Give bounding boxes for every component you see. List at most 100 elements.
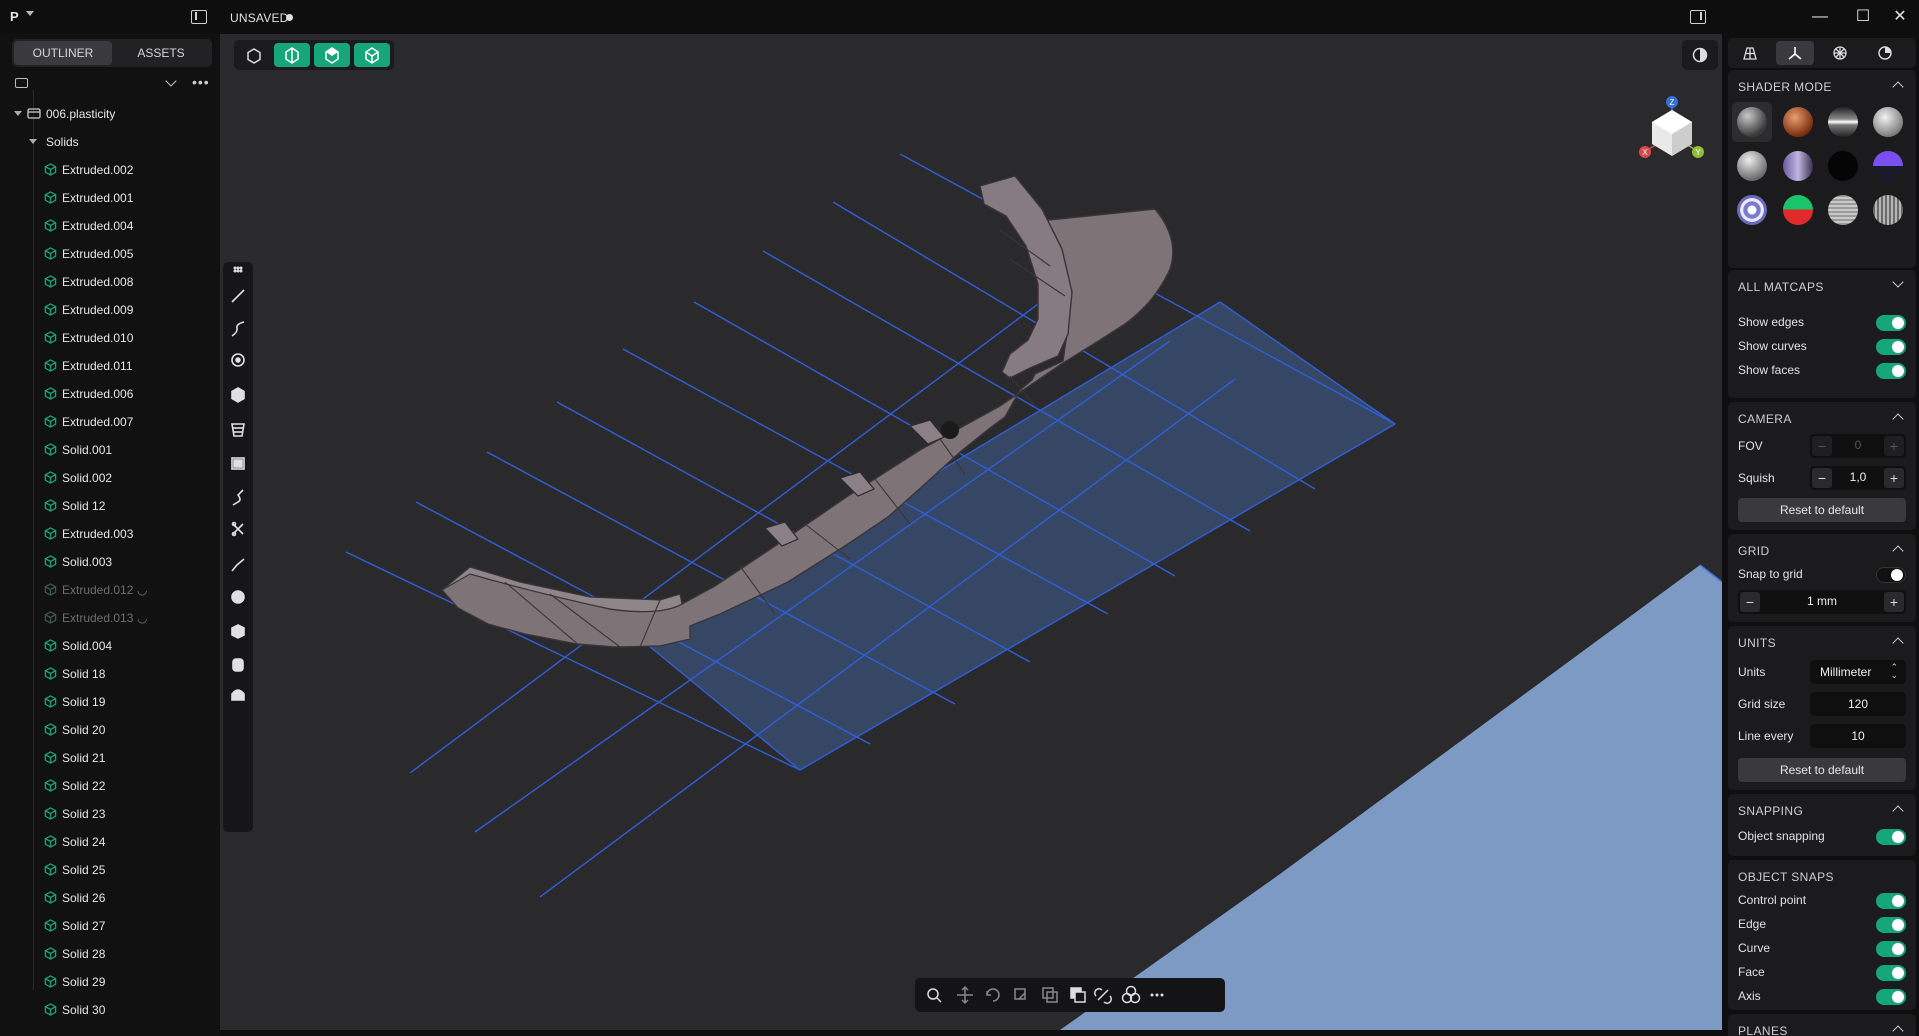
outliner-item-solid[interactable]: Extruded.004 — [0, 212, 220, 240]
outliner-item-solid[interactable]: Solid 28 — [0, 940, 220, 968]
snap-curve-toggle[interactable] — [1876, 941, 1906, 957]
matcap-copper[interactable] — [1783, 107, 1813, 137]
outliner-item-solid[interactable]: Solid.001 — [0, 436, 220, 464]
tab-viewport-settings[interactable] — [1776, 41, 1814, 65]
toggle-sidebar-icon[interactable] — [191, 10, 207, 24]
face-select-button[interactable] — [354, 43, 390, 67]
squish-increment-button[interactable]: + — [1884, 468, 1904, 488]
outliner-item-solid[interactable]: Solid 22 — [0, 772, 220, 800]
tab-snapping[interactable] — [1821, 41, 1859, 65]
grid-step-value[interactable]: 1 mm — [1760, 594, 1884, 608]
object-select-button[interactable] — [236, 43, 272, 67]
collapse-chevron-icon[interactable] — [165, 75, 177, 87]
grid-step-increment-button[interactable]: + — [1884, 592, 1904, 612]
tab-render[interactable] — [1731, 41, 1769, 65]
toggle-right-panel-icon[interactable] — [1690, 10, 1706, 24]
view-cube[interactable]: Z X Y — [1622, 70, 1722, 180]
outliner-group[interactable]: Solids — [0, 128, 220, 156]
tab-environment[interactable] — [1866, 41, 1904, 65]
outliner-item-solid[interactable]: Solid 24 — [0, 828, 220, 856]
collapse-snapping-chevron-icon[interactable] — [1892, 805, 1904, 817]
matcap-striped[interactable] — [1828, 195, 1858, 225]
snap-control-point-toggle[interactable] — [1876, 893, 1906, 909]
collapse-units-chevron-icon[interactable] — [1892, 637, 1904, 649]
outliner-item-solid[interactable]: Solid 21 — [0, 744, 220, 772]
matcap-silver[interactable] — [1737, 151, 1767, 181]
outliner-item-solid[interactable]: Solid 20 — [0, 716, 220, 744]
camera-reset-button[interactable]: Reset to default — [1738, 498, 1906, 522]
outliner-item-solid[interactable]: Extruded.012 ◡ — [0, 576, 220, 604]
show-curves-toggle[interactable] — [1876, 339, 1906, 355]
grid-step-decrement-button[interactable]: − — [1740, 592, 1760, 612]
hidden-eye-icon[interactable]: ◡ — [137, 583, 147, 597]
outliner-item-solid[interactable]: Solid 12 — [0, 492, 220, 520]
outliner-item-solid[interactable]: Solid 30 — [0, 996, 220, 1024]
snap-edge-toggle[interactable] — [1876, 917, 1906, 933]
outliner-item-solid[interactable]: Extruded.002 — [0, 156, 220, 184]
edge-select-button[interactable] — [314, 43, 350, 67]
snap-to-grid-toggle[interactable] — [1876, 567, 1906, 583]
units-reset-button[interactable]: Reset to default — [1738, 758, 1906, 782]
outliner-item-solid[interactable]: Extruded.005 — [0, 240, 220, 268]
outliner-item-solid[interactable]: Extruded.011 — [0, 352, 220, 380]
3d-viewport[interactable]: Z X Y — [220, 34, 1722, 1030]
matcap-purple-metal[interactable] — [1783, 151, 1813, 181]
expand-matcaps-chevron-icon[interactable] — [1892, 276, 1904, 288]
outliner-item-solid[interactable]: Solid 25 — [0, 856, 220, 884]
maximize-button[interactable]: ☐ — [1845, 6, 1881, 28]
collapse-camera-chevron-icon[interactable] — [1892, 413, 1904, 425]
outliner-item-solid[interactable]: Extruded.007 — [0, 408, 220, 436]
matcap-black[interactable] — [1828, 151, 1858, 181]
matcap-gray-sphere[interactable] — [1737, 107, 1767, 137]
squish-value[interactable]: 1,0 — [1832, 470, 1884, 484]
matcap-violet-split[interactable] — [1873, 151, 1903, 181]
matcap-chrome-stripe[interactable] — [1828, 107, 1858, 137]
matcap-white-clay[interactable] — [1873, 107, 1903, 137]
app-logo[interactable]: P — [10, 9, 19, 24]
snap-face-toggle[interactable] — [1876, 965, 1906, 981]
vertex-select-button[interactable] — [274, 43, 310, 67]
outliner-item-solid[interactable]: Solid 29 — [0, 968, 220, 996]
outliner-item-solid[interactable]: Solid 18 — [0, 660, 220, 688]
outliner-item-solid[interactable]: Solid.002 — [0, 464, 220, 492]
show-edges-toggle[interactable] — [1876, 315, 1906, 331]
outliner-file[interactable]: 006.plasticity — [0, 100, 220, 128]
more-options-icon[interactable]: ••• — [192, 74, 210, 90]
squish-stepper[interactable]: − 1,0 + — [1810, 466, 1906, 490]
matcap-normals[interactable] — [1783, 195, 1813, 225]
snap-axis-toggle[interactable] — [1876, 989, 1906, 1005]
show-faces-toggle[interactable] — [1876, 363, 1906, 379]
outliner-item-solid[interactable]: Extruded.006 — [0, 380, 220, 408]
outliner-item-solid[interactable]: Solid 19 — [0, 688, 220, 716]
outliner-item-solid[interactable]: Extruded.003 — [0, 520, 220, 548]
outliner-item-solid[interactable]: Extruded.010 — [0, 324, 220, 352]
outliner-item-solid[interactable]: Solid 27 — [0, 912, 220, 940]
minimize-button[interactable]: — — [1802, 6, 1838, 28]
tab-outliner[interactable]: OUTLINER — [14, 41, 112, 65]
hidden-eye-icon[interactable]: ◡ — [137, 611, 147, 625]
app-menu-caret-icon[interactable] — [26, 11, 34, 16]
scene-canvas[interactable] — [220, 34, 1722, 1030]
line-every-input[interactable]: 10 — [1810, 724, 1906, 748]
object-snapping-toggle[interactable] — [1876, 829, 1906, 845]
collapse-planes-chevron-icon[interactable] — [1892, 1025, 1904, 1036]
expand-caret-icon[interactable] — [29, 139, 37, 144]
outliner-item-solid[interactable]: Extruded.009 — [0, 296, 220, 324]
tab-assets[interactable]: ASSETS — [112, 41, 210, 65]
outliner-item-solid[interactable]: Extruded.001 — [0, 184, 220, 212]
squish-decrement-button[interactable]: − — [1812, 468, 1832, 488]
outliner-item-solid[interactable]: Solid.003 — [0, 548, 220, 576]
outliner-item-solid[interactable]: Solid 26 — [0, 884, 220, 912]
outliner-item-solid[interactable]: Solid 23 — [0, 800, 220, 828]
units-select[interactable]: Millimeter ⌃ ⌄ — [1810, 660, 1906, 684]
outliner-item-solid[interactable]: Extruded.008 — [0, 268, 220, 296]
xray-toggle-button[interactable] — [1682, 40, 1718, 70]
matcap-zebra[interactable] — [1737, 195, 1767, 225]
expand-caret-icon[interactable] — [14, 111, 22, 116]
new-folder-icon[interactable] — [15, 78, 28, 88]
close-button[interactable]: ✕ — [1882, 6, 1918, 28]
outliner-item-solid[interactable]: Solid.004 — [0, 632, 220, 660]
grid-size-input[interactable]: 120 — [1810, 692, 1906, 716]
collapse-shader-chevron-icon[interactable] — [1892, 81, 1904, 93]
matcap-lined[interactable] — [1873, 195, 1903, 225]
